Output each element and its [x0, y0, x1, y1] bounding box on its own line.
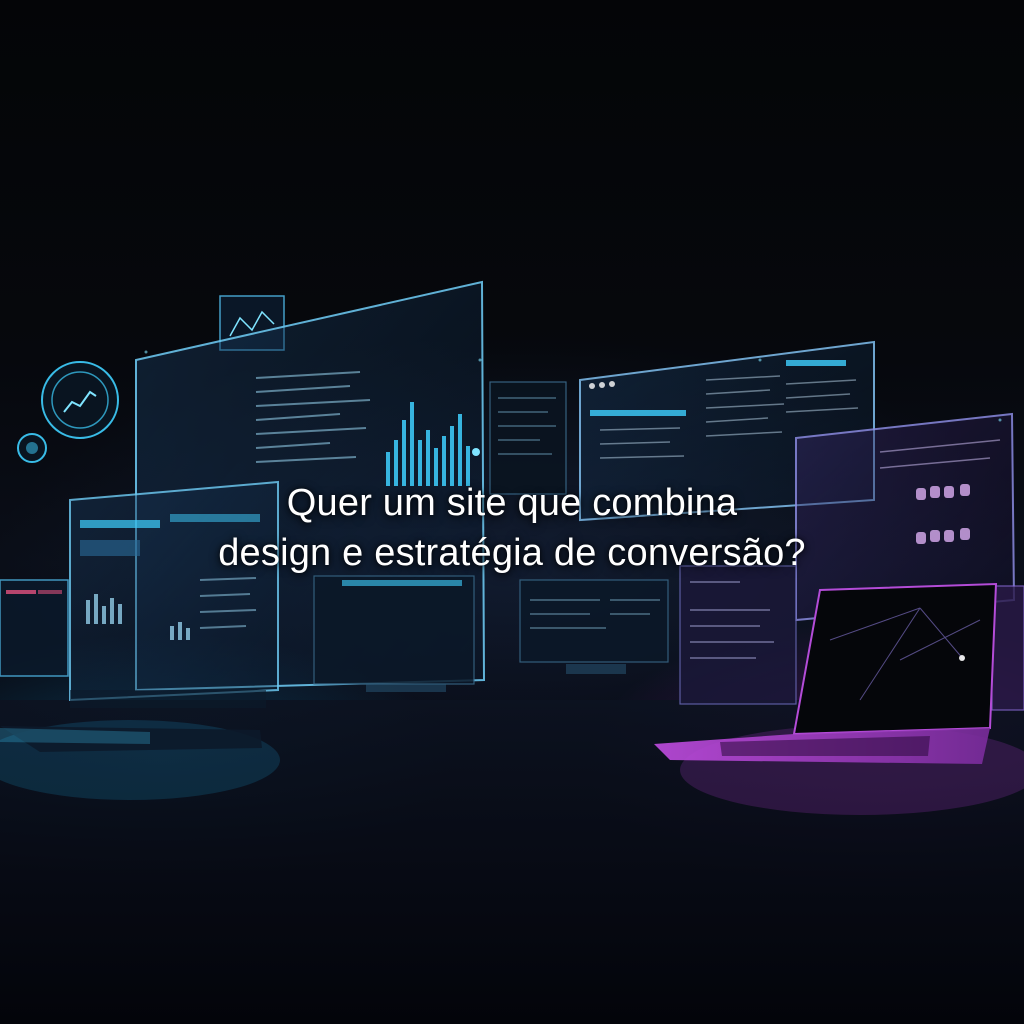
lower-panels: [313, 575, 669, 692]
hero-scene: Quer um site que combina design e estrat…: [0, 0, 1024, 1024]
headline: Quer um site que combina design e estrat…: [0, 478, 1024, 578]
small-badge-icon: [17, 433, 47, 463]
headline-line-1: Quer um site que combina: [286, 482, 738, 524]
dashboard-panel-far-left: [0, 579, 69, 677]
headline-line-2: design e estratégia de conversão?: [218, 532, 806, 574]
chart-badge-icon: [41, 361, 119, 439]
